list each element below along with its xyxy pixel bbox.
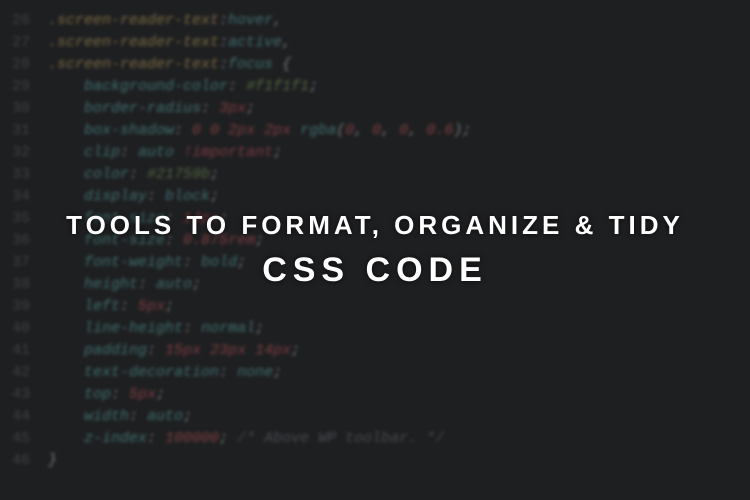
title-overlay: TOOLS TO FORMAT, ORGANIZE & TIDY CSS COD… (0, 0, 750, 500)
title-line-1: TOOLS TO FORMAT, ORGANIZE & TIDY (66, 210, 684, 241)
title-line-2: CSS CODE (262, 251, 488, 290)
